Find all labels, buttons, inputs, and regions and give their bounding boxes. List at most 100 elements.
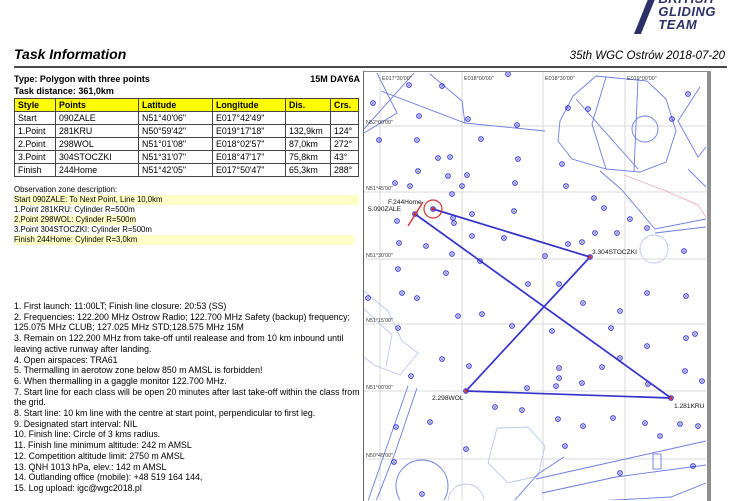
waypoint-dot-center — [480, 138, 482, 140]
waypoint-dot-center — [408, 84, 410, 86]
waypoint-dot-center — [516, 124, 518, 126]
waypoint-dot-center — [418, 115, 420, 117]
header-rule — [14, 66, 727, 68]
table-cell: E017°50'47" — [213, 164, 286, 177]
turnpoint-label: 1.281KRU — [674, 403, 705, 410]
waypoint-dot-center — [612, 417, 614, 419]
note-item: 3. Remain on 122.200 MHz from take-off u… — [14, 333, 361, 354]
note-item: 1. First launch: 11:00LT; Finish line cl… — [14, 301, 361, 312]
note-item: 14. Outlanding office (mobile): +48 519 … — [14, 472, 361, 483]
waypoint-dot-center — [567, 107, 569, 109]
table-cell: 1.Point — [15, 125, 56, 138]
table-cell: N50°59'42" — [139, 125, 213, 138]
waypoint-dot-center — [429, 421, 431, 423]
waypoint-dot-center — [619, 357, 621, 359]
airspace-boundary — [364, 291, 418, 375]
waypoint-dot-center — [437, 157, 439, 159]
waypoint-dot-center — [679, 423, 681, 425]
airspace-boundary — [592, 77, 606, 169]
table-cell: 65,3km — [286, 164, 331, 177]
waypoint-dot-center — [601, 366, 603, 368]
waypoint-dot-center — [514, 182, 516, 184]
observation-zone-text: Finish 244Home: Cylinder R=3,0km — [14, 235, 354, 245]
waypoint-dot-center — [526, 387, 528, 389]
note-item: 11. Finish line minimum altitude: 242 m … — [14, 440, 361, 451]
note-item: 5. Thermalling in aerotow zone below 850… — [14, 365, 361, 376]
table-cell: 3.Point — [15, 151, 56, 164]
note-item: 4. Open airspaces: TRA61 — [14, 355, 361, 366]
waypoint-dot-center — [466, 174, 468, 176]
waypoint-dot-center — [616, 232, 618, 234]
competition-date: 35th WGC Ostrów 2018-07-20 — [570, 50, 725, 62]
waypoint-dot-center — [558, 283, 560, 285]
note-item: 7. Start line for each class will be ope… — [14, 387, 361, 408]
note-item: 13. QNH 1013 hPa, elev.: 142 m AMSL — [14, 462, 361, 473]
waypoint-dot-center — [372, 102, 374, 104]
column-header: Longitude — [213, 99, 286, 112]
waypoint-dot-center — [410, 375, 412, 377]
airspace-circle — [448, 484, 484, 500]
task-table: StylePointsLatitudeLongitudeDis.Crs. Sta… — [14, 98, 359, 177]
waypoint-dot-center — [425, 245, 427, 247]
waypoint-dot-center — [646, 292, 648, 294]
turnpoint-marker — [431, 207, 434, 210]
waypoint-dot-center — [521, 409, 523, 411]
table-row: 3.Point304STOCZKIN51°31'07"E018°47'17"75… — [15, 151, 359, 164]
table-cell: Finish — [15, 164, 56, 177]
observation-zone-line: Finish 244Home: Cylinder R=3,0km — [14, 235, 360, 245]
waypoint-dot-center — [398, 242, 400, 244]
table-cell: E018°02'57" — [213, 138, 286, 151]
notes-list: 1. First launch: 11:00LT; Finish line cl… — [14, 301, 361, 494]
table-row: 2.Point298WOLN51°01'08"E018°02'57"87,0km… — [15, 138, 359, 151]
table-cell: 43° — [331, 151, 359, 164]
waypoint-dot-center — [581, 241, 583, 243]
logo-line-team: TEAM — [658, 18, 697, 31]
waypoint-dot-center — [517, 158, 519, 160]
table-cell — [331, 112, 359, 125]
waypoint-dot-center — [558, 367, 560, 369]
turnpoint-marker — [464, 389, 467, 392]
table-cell: 298WOL — [56, 138, 139, 151]
table-cell: Start — [15, 112, 56, 125]
waypoint-dot-center — [457, 315, 459, 317]
waypoint-dot-center — [603, 207, 605, 209]
waypoint-dot-center — [511, 325, 513, 327]
logo-text: BRITISH GLIDING TEAM — [658, 0, 716, 31]
waypoint-dot-center — [409, 185, 411, 187]
page: BRITISH GLIDING TEAM Task Information 35… — [0, 0, 730, 500]
airspace-boundary — [634, 79, 638, 171]
waypoint-dot-center — [513, 210, 515, 212]
column-header: Style — [15, 99, 56, 112]
british-gliding-team-logo: BRITISH GLIDING TEAM — [642, 0, 716, 34]
column-header: Dis. — [286, 99, 331, 112]
waypoint-dot-center — [396, 220, 398, 222]
grid-label-longitude: E018°00'00" — [464, 76, 494, 82]
waypoint-dot-center — [647, 383, 649, 385]
waypoint-dot-center — [687, 93, 689, 95]
turnpoint-label: 5.090ZALE — [368, 206, 402, 213]
airspace-boundary — [430, 74, 465, 123]
table-cell: N51°01'08" — [139, 138, 213, 151]
waypoint-dot-center — [565, 185, 567, 187]
table-cell: 244Home — [56, 164, 139, 177]
waypoint-dot-center — [582, 302, 584, 304]
airspace-boundary — [596, 483, 706, 500]
logo-slash-icon — [634, 0, 657, 34]
waypoint-dot-center — [594, 232, 596, 234]
waypoint-dot-center — [527, 283, 529, 285]
grid-label-longitude: E019°00'00" — [627, 76, 657, 82]
task-type-row: Type: Polygon with three points 15M DAY6… — [14, 74, 360, 84]
observation-zone-text: 2.Point 298WOL: Cylinder R=500m — [14, 215, 136, 225]
waypoint-dot-center — [421, 493, 423, 495]
waypoint-dot-center — [471, 235, 473, 237]
waypoint-dot-center — [701, 380, 703, 382]
table-cell: 288° — [331, 164, 359, 177]
table-cell: 281KRU — [56, 125, 139, 138]
waypoint-dot-center — [397, 327, 399, 329]
observation-zone-text: 1.Point 281KRU: Cylinder R=500m — [14, 205, 135, 215]
grid-label-latitude: N50°45'00" — [366, 453, 393, 459]
observation-zone-block: Observation zone description: Start 090Z… — [14, 185, 360, 245]
waypoint-dot-center — [445, 272, 447, 274]
waypoint-dot-center — [441, 85, 443, 87]
airspace-boundary — [688, 169, 706, 187]
